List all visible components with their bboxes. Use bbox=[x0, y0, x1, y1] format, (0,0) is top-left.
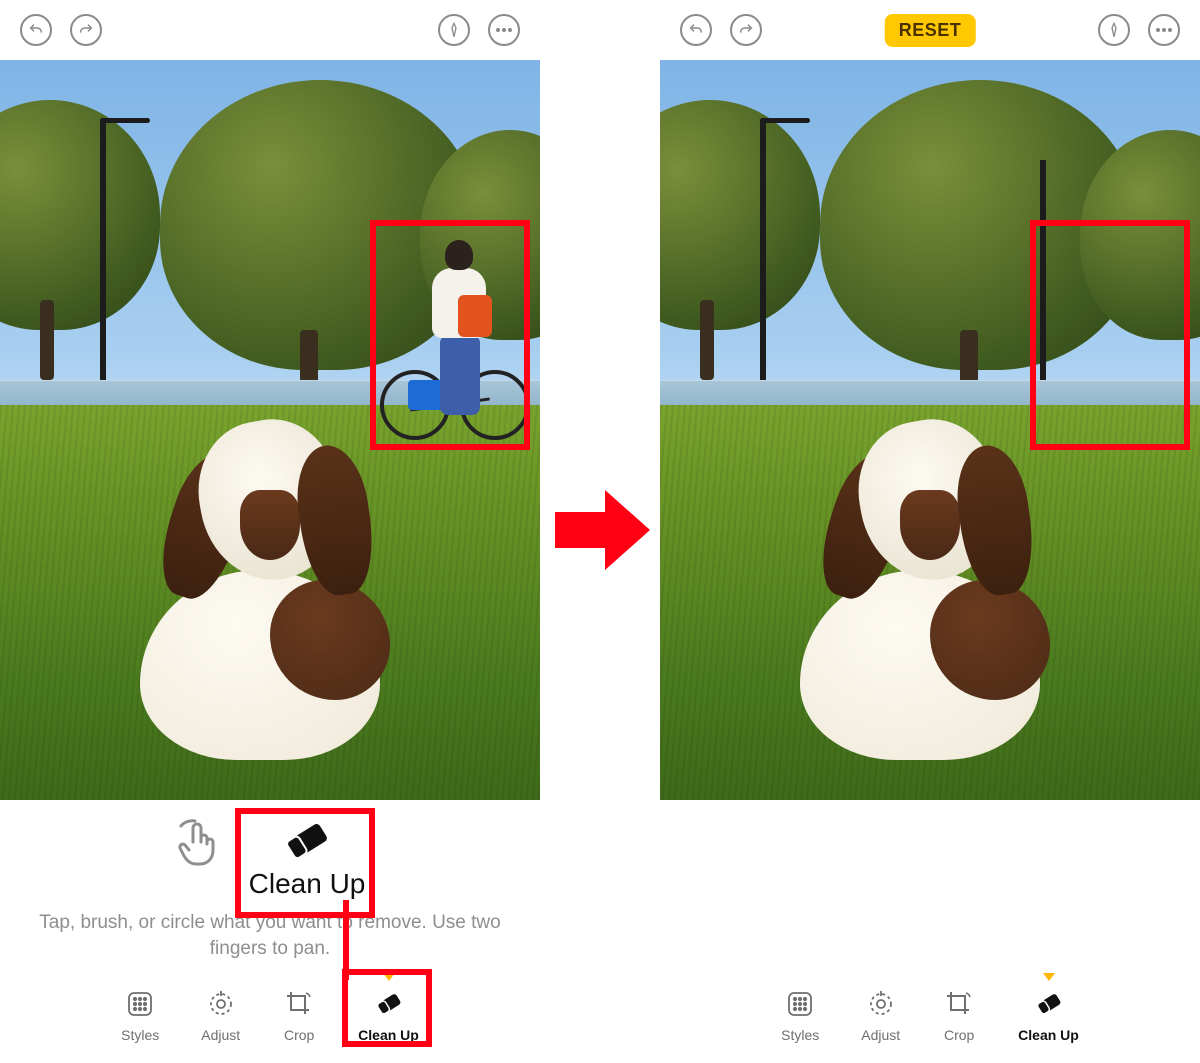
top-toolbar bbox=[0, 0, 540, 60]
eraser-icon bbox=[277, 818, 337, 864]
tab-styles[interactable]: Styles bbox=[121, 987, 159, 1043]
edit-mode-tabbar: Styles Adjust Crop Clean Up bbox=[660, 987, 1200, 1043]
more-button[interactable] bbox=[488, 14, 520, 46]
eraser-icon bbox=[372, 987, 406, 1021]
screenshot-after: RESET bbox=[660, 0, 1200, 1063]
lamppost bbox=[1040, 160, 1046, 390]
tab-adjust[interactable]: Adjust bbox=[201, 987, 240, 1043]
tab-label: Styles bbox=[781, 1027, 819, 1043]
top-toolbar: RESET bbox=[660, 0, 1200, 60]
cleanup-tool-tile[interactable]: Clean Up bbox=[249, 818, 366, 900]
cleanup-title: Clean Up bbox=[249, 868, 366, 900]
lamppost-arm bbox=[100, 118, 150, 123]
lamppost bbox=[100, 120, 106, 400]
adjust-icon bbox=[864, 987, 898, 1021]
eraser-icon bbox=[1032, 987, 1066, 1021]
highlight-connector bbox=[343, 900, 349, 980]
crop-icon bbox=[942, 987, 976, 1021]
redo-button[interactable] bbox=[70, 14, 102, 46]
foreground-dog bbox=[790, 420, 1070, 760]
tab-cleanup[interactable]: Clean Up bbox=[358, 987, 419, 1043]
markup-button[interactable] bbox=[1098, 14, 1130, 46]
more-button[interactable] bbox=[1148, 14, 1180, 46]
adjust-icon bbox=[204, 987, 238, 1021]
styles-icon bbox=[123, 987, 157, 1021]
cleanup-panel: Clean Up Tap, brush, or circle what you … bbox=[0, 800, 540, 1063]
cleanup-panel: Styles Adjust Crop Clean Up bbox=[660, 800, 1200, 1063]
tab-adjust[interactable]: Adjust bbox=[861, 987, 900, 1043]
tab-label: Crop bbox=[284, 1027, 314, 1043]
styles-icon bbox=[783, 987, 817, 1021]
more-icon bbox=[496, 28, 512, 32]
background-person-bike bbox=[390, 240, 510, 440]
screenshot-before: Clean Up Tap, brush, or circle what you … bbox=[0, 0, 540, 1063]
tab-crop[interactable]: Crop bbox=[282, 987, 316, 1043]
tab-label: Adjust bbox=[201, 1027, 240, 1043]
reset-button[interactable]: RESET bbox=[885, 14, 976, 47]
transition-arrow-icon bbox=[555, 490, 650, 570]
tab-label: Clean Up bbox=[1018, 1027, 1079, 1043]
markup-icon bbox=[1106, 22, 1122, 38]
undo-icon bbox=[28, 22, 44, 38]
more-icon bbox=[1156, 28, 1172, 32]
markup-button[interactable] bbox=[438, 14, 470, 46]
active-tab-caret-icon bbox=[383, 973, 395, 981]
tab-crop[interactable]: Crop bbox=[942, 987, 976, 1043]
lamppost-arm bbox=[760, 118, 810, 123]
tab-label: Clean Up bbox=[358, 1027, 419, 1043]
redo-icon bbox=[78, 22, 94, 38]
redo-button[interactable] bbox=[730, 14, 762, 46]
markup-icon bbox=[446, 22, 462, 38]
active-tab-caret-icon bbox=[1043, 973, 1055, 981]
tab-cleanup[interactable]: Clean Up bbox=[1018, 987, 1079, 1043]
tab-label: Adjust bbox=[861, 1027, 900, 1043]
crop-icon bbox=[282, 987, 316, 1021]
lamppost bbox=[760, 120, 766, 400]
tap-gesture-icon bbox=[175, 818, 219, 868]
photo-canvas-before[interactable] bbox=[0, 60, 540, 800]
tab-label: Styles bbox=[121, 1027, 159, 1043]
edit-mode-tabbar: Styles Adjust Crop Clean Up bbox=[0, 987, 540, 1043]
tree-trunk bbox=[40, 300, 54, 380]
foreground-dog bbox=[130, 420, 410, 760]
undo-button[interactable] bbox=[680, 14, 712, 46]
tab-label: Crop bbox=[944, 1027, 974, 1043]
redo-icon bbox=[738, 22, 754, 38]
photo-canvas-after[interactable] bbox=[660, 60, 1200, 800]
tree-trunk bbox=[700, 300, 714, 380]
undo-button[interactable] bbox=[20, 14, 52, 46]
undo-icon bbox=[688, 22, 704, 38]
tab-styles[interactable]: Styles bbox=[781, 987, 819, 1043]
cleanup-hint: Tap, brush, or circle what you want to r… bbox=[0, 910, 540, 961]
